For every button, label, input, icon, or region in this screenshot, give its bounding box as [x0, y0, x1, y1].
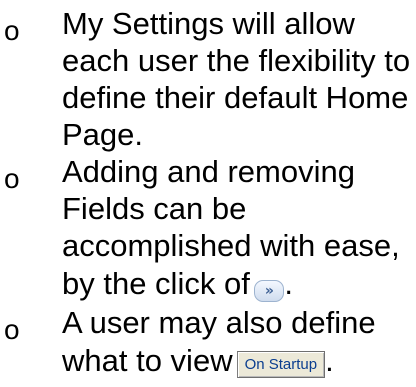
text-segment: by the click of — [62, 266, 250, 301]
trailing-punctuation: . — [325, 343, 334, 378]
list-item: o My Settings will allow each user the f… — [0, 0, 416, 153]
text-line: Fields can be — [62, 191, 247, 226]
bullet-marker: o — [4, 15, 20, 46]
text-line: each user the flexibility to — [62, 43, 411, 78]
bullet-list: o My Settings will allow each user the f… — [0, 0, 416, 381]
text-line: define their default Home — [62, 80, 409, 115]
bullet-marker: o — [4, 314, 20, 345]
text-segment: what to view — [62, 343, 233, 378]
list-item: o Adding and removing Fields can be acco… — [0, 153, 416, 304]
bullet-marker: o — [4, 163, 20, 194]
text-line: accomplished with ease, — [62, 228, 400, 263]
text-line-with-button: by the click of ». — [62, 264, 410, 304]
text-line: Adding and removing — [62, 154, 355, 189]
list-item: o A user may also define what to view On … — [0, 304, 416, 381]
text-line: A user may also define — [62, 305, 376, 340]
text-line: Page. — [62, 117, 144, 152]
trailing-punctuation: . — [284, 266, 294, 301]
on-startup-button[interactable]: On Startup — [236, 351, 326, 378]
add-field-button[interactable]: » — [254, 280, 285, 302]
text-line: My Settings will allow — [62, 6, 355, 41]
text-line-with-button: what to view On Startup. — [62, 341, 410, 381]
